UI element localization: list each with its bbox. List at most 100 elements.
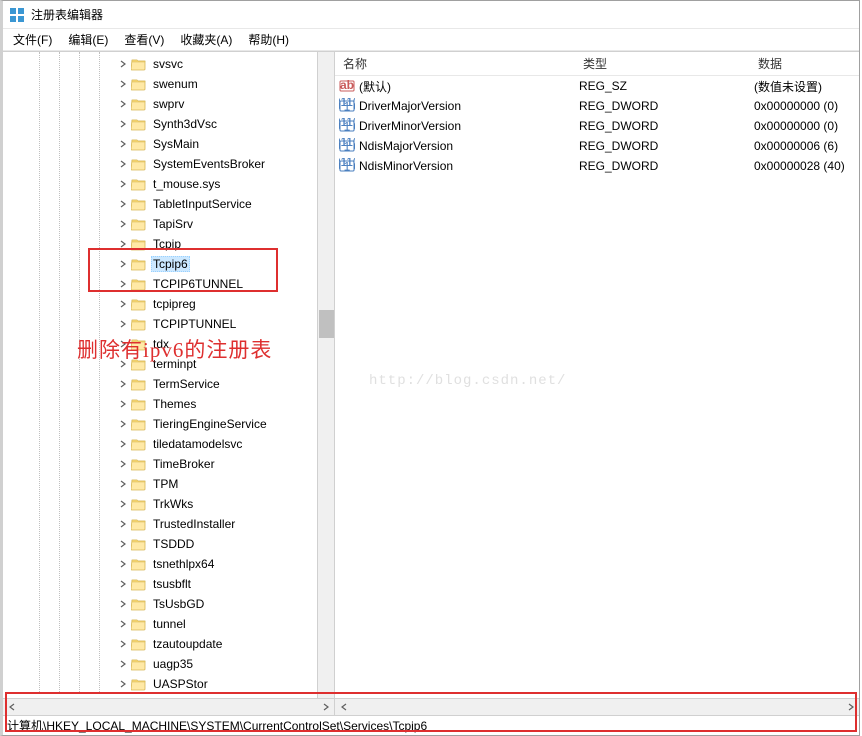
list-body[interactable]: ab(默认)REG_SZ(数值未设置)0111100 1 0DriverMajo… (335, 76, 859, 698)
tree-item-tieringengineservice[interactable]: TieringEngineService (3, 414, 334, 434)
folder-icon (131, 77, 147, 91)
tree-item-tcpiptunnel[interactable]: TCPIPTUNNEL (3, 314, 334, 334)
tree-item-uagp35[interactable]: uagp35 (3, 654, 334, 674)
tree-item-terminpt[interactable]: terminpt (3, 354, 334, 374)
tree-item-tunnel[interactable]: tunnel (3, 614, 334, 634)
chevron-right-icon[interactable] (117, 458, 129, 470)
chevron-right-icon[interactable] (117, 538, 129, 550)
tree-item-label: svsvc (151, 56, 185, 72)
tree-item-swenum[interactable]: swenum (3, 74, 334, 94)
menubar: 文件(F) 编辑(E) 查看(V) 收藏夹(A) 帮助(H) (3, 29, 859, 51)
tree-item-termservice[interactable]: TermService (3, 374, 334, 394)
status-path: 计算机\HKEY_LOCAL_MACHINE\SYSTEM\CurrentCon… (7, 717, 427, 734)
chevron-right-icon[interactable] (117, 78, 129, 90)
tree-item-svsvc[interactable]: svsvc (3, 54, 334, 74)
tree-item-label: TimeBroker (151, 456, 217, 472)
chevron-right-icon[interactable] (117, 638, 129, 650)
chevron-right-icon[interactable] (117, 358, 129, 370)
chevron-right-icon[interactable] (117, 198, 129, 210)
scroll-left-icon[interactable] (3, 699, 20, 716)
reg-sz-icon: ab (339, 78, 355, 94)
content-area: svsvc swenumswprvSynth3dVscSysMainSystemE… (3, 51, 859, 698)
chevron-right-icon[interactable] (117, 658, 129, 670)
menu-help[interactable]: 帮助(H) (242, 29, 295, 50)
tree-item-tsusbflt[interactable]: tsusbflt (3, 574, 334, 594)
tree-item-tcpip[interactable]: Tcpip (3, 234, 334, 254)
chevron-right-icon[interactable] (117, 438, 129, 450)
tree-item-trustedinstaller[interactable]: TrustedInstaller (3, 514, 334, 534)
chevron-right-icon[interactable] (117, 338, 129, 350)
tree-horizontal-scrollbar[interactable] (3, 699, 335, 715)
menu-view[interactable]: 查看(V) (118, 29, 170, 50)
chevron-right-icon[interactable] (117, 618, 129, 630)
scroll-left-icon[interactable] (335, 699, 352, 716)
value-data: 0x00000000 (0) (754, 119, 838, 133)
column-data[interactable]: 数据 (750, 52, 859, 75)
tree-item-systemeventsbroker[interactable]: SystemEventsBroker (3, 154, 334, 174)
list-horizontal-scrollbar[interactable] (335, 699, 859, 715)
tree-item-tabletinputservice[interactable]: TabletInputService (3, 194, 334, 214)
scroll-right-icon[interactable] (317, 699, 334, 716)
chevron-right-icon[interactable] (117, 678, 129, 690)
menu-favorites[interactable]: 收藏夹(A) (174, 29, 238, 50)
chevron-right-icon[interactable] (117, 318, 129, 330)
tree-item-trkwks[interactable]: TrkWks (3, 494, 334, 514)
value-name: (默认) (359, 78, 391, 95)
tree-item-uaspstor[interactable]: UASPStor (3, 674, 334, 694)
chevron-right-icon[interactable] (117, 138, 129, 150)
folder-icon (131, 357, 147, 371)
chevron-right-icon[interactable] (117, 558, 129, 570)
chevron-right-icon[interactable] (117, 398, 129, 410)
column-name[interactable]: 名称 (335, 52, 575, 75)
tree-item-timebroker[interactable]: TimeBroker (3, 454, 334, 474)
list-row[interactable]: 0111100 1 0DriverMinorVersionREG_DWORD0x… (335, 116, 859, 136)
chevron-right-icon[interactable] (117, 278, 129, 290)
chevron-right-icon[interactable] (117, 118, 129, 130)
tree-item-t-mouse-sys[interactable]: t_mouse.sys (3, 174, 334, 194)
list-row[interactable]: 0111100 1 0DriverMajorVersionREG_DWORD0x… (335, 96, 859, 116)
tree-item-swprv[interactable]: swprv (3, 94, 334, 114)
tree-item-tzautoupdate[interactable]: tzautoupdate (3, 634, 334, 654)
tree-item-synth3dvsc[interactable]: Synth3dVsc (3, 114, 334, 134)
chevron-right-icon[interactable] (117, 258, 129, 270)
chevron-right-icon[interactable] (117, 518, 129, 530)
tree-item-tapisrv[interactable]: TapiSrv (3, 214, 334, 234)
tree-item-tsusbgd[interactable]: TsUsbGD (3, 594, 334, 614)
chevron-right-icon[interactable] (117, 58, 129, 70)
value-type: REG_DWORD (579, 119, 658, 133)
scrollbar-thumb[interactable] (319, 310, 334, 338)
column-type[interactable]: 类型 (575, 52, 750, 75)
chevron-right-icon[interactable] (117, 578, 129, 590)
tree-item-themes[interactable]: Themes (3, 394, 334, 414)
tree-item-tpm[interactable]: TPM (3, 474, 334, 494)
list-row[interactable]: ab(默认)REG_SZ(数值未设置) (335, 76, 859, 96)
tree-item-sysmain[interactable]: SysMain (3, 134, 334, 154)
tree-item-tcpip6tunnel[interactable]: TCPIP6TUNNEL (3, 274, 334, 294)
scroll-right-icon[interactable] (842, 699, 859, 716)
chevron-right-icon[interactable] (117, 478, 129, 490)
tree-item-tsddd[interactable]: TSDDD (3, 534, 334, 554)
list-row[interactable]: 0111100 1 0NdisMinorVersionREG_DWORD0x00… (335, 156, 859, 176)
tree-scroll[interactable]: svsvc swenumswprvSynth3dVscSysMainSystemE… (3, 52, 334, 698)
tree-vertical-scrollbar[interactable] (317, 52, 334, 698)
tree-item-tcpip6[interactable]: Tcpip6 (3, 254, 334, 274)
chevron-right-icon[interactable] (117, 598, 129, 610)
tree-item-tdx[interactable]: tdx (3, 334, 334, 354)
tree-item-tcpipreg[interactable]: tcpipreg (3, 294, 334, 314)
chevron-right-icon[interactable] (117, 418, 129, 430)
menu-edit[interactable]: 编辑(E) (62, 29, 114, 50)
chevron-right-icon[interactable] (117, 378, 129, 390)
tree-item-tiledatamodelsvc[interactable]: tiledatamodelsvc (3, 434, 334, 454)
tree-item-label: TSDDD (151, 536, 196, 552)
chevron-right-icon[interactable] (117, 238, 129, 250)
tree-item-tsnethlpx64[interactable]: tsnethlpx64 (3, 554, 334, 574)
chevron-right-icon[interactable] (117, 298, 129, 310)
folder-icon (131, 177, 147, 191)
chevron-right-icon[interactable] (117, 178, 129, 190)
chevron-right-icon[interactable] (117, 498, 129, 510)
list-row[interactable]: 0111100 1 0NdisMajorVersionREG_DWORD0x00… (335, 136, 859, 156)
menu-file[interactable]: 文件(F) (7, 29, 58, 50)
chevron-right-icon[interactable] (117, 158, 129, 170)
chevron-right-icon[interactable] (117, 218, 129, 230)
chevron-right-icon[interactable] (117, 98, 129, 110)
